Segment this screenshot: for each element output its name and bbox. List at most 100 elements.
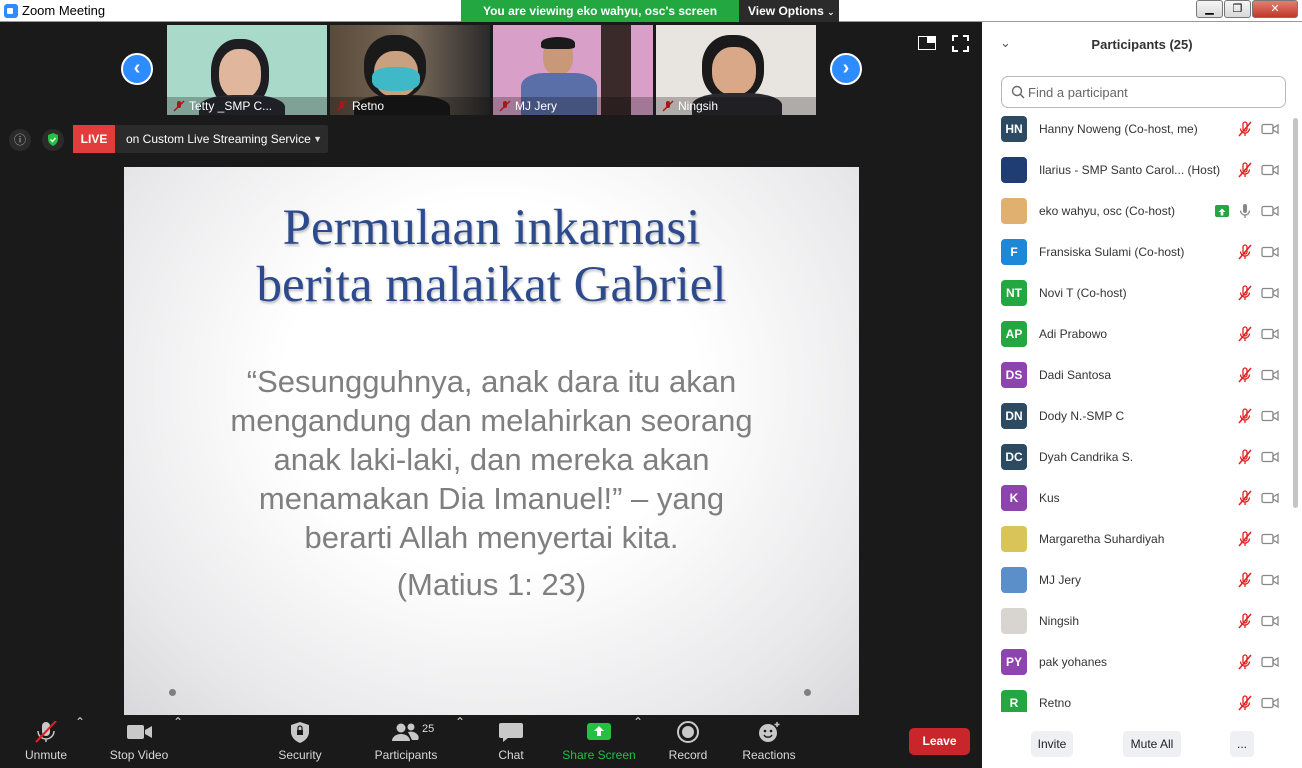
participant-row[interactable]: MJ Jery — [982, 560, 1292, 601]
video-off-icon — [1261, 410, 1279, 422]
video-thumbnail-tetty[interactable]: Tetty _SMP C... — [167, 25, 327, 115]
live-streaming-dropdown[interactable]: LIVE on Custom Live Streaming Service ▼ — [73, 125, 328, 153]
participants-button[interactable]: 25 Participants — [368, 715, 444, 768]
participant-name: Ilarius - SMP Santo Carol... (Host) — [1039, 163, 1221, 177]
muted-mic-icon — [1238, 531, 1252, 547]
invite-button[interactable]: Invite — [1031, 731, 1073, 757]
video-off-icon — [1261, 369, 1279, 381]
muted-mic-icon — [35, 721, 57, 743]
video-off-icon — [1261, 574, 1279, 586]
participant-name: Dyah Candrika S. — [1039, 450, 1134, 464]
slide-quote-line: “Sesungguhnya, anak dara itu akan — [246, 364, 737, 399]
participant-name: Novi T (Co-host) — [1039, 286, 1127, 300]
participant-row[interactable]: HN Hanny Noweng (Co-host, me) — [982, 109, 1292, 150]
participants-options-caret[interactable]: ⌃ — [455, 715, 465, 768]
audio-options-caret[interactable]: ⌃ — [75, 715, 85, 768]
minimize-button[interactable]: ▁ — [1196, 0, 1223, 18]
video-off-icon — [1261, 451, 1279, 463]
view-options-label: View Options — [748, 4, 824, 18]
video-thumbnail-ningsih[interactable]: Ningsih — [656, 25, 816, 115]
gallery-view-icon[interactable] — [918, 36, 936, 50]
smiley-icon — [759, 722, 780, 742]
record-button[interactable]: Record — [665, 715, 711, 768]
slide-title-line: berita malaikat Gabriel — [256, 257, 727, 313]
unmute-button[interactable]: Unmute — [15, 715, 77, 768]
window-title: Zoom Meeting — [22, 3, 106, 18]
participants-scrollbar[interactable] — [1293, 118, 1298, 508]
search-input[interactable] — [1028, 83, 1278, 101]
live-streaming-label: on Custom Live Streaming Service — [126, 132, 311, 146]
participant-row[interactable]: PY pak yohanes — [982, 642, 1292, 683]
chat-bubble-icon — [499, 723, 523, 742]
video-options-caret[interactable]: ⌃ — [173, 715, 183, 768]
video-thumbnail-mj-jery[interactable]: MJ Jery — [493, 25, 653, 115]
participant-name: Hanny Noweng (Co-host, me) — [1039, 122, 1198, 136]
stop-video-button[interactable]: Stop Video — [106, 715, 172, 768]
window-controls: ▁ ❐ ✕ — [1195, 0, 1298, 18]
more-options-button[interactable]: ... — [1230, 731, 1254, 757]
participant-row[interactable]: NT Novi T (Co-host) — [982, 273, 1292, 314]
video-off-icon — [1261, 287, 1279, 299]
chevron-down-icon: ⌄ — [827, 7, 835, 17]
share-screen-button[interactable]: Share Screen — [562, 715, 636, 768]
video-off-icon — [1261, 328, 1279, 340]
share-options-caret[interactable]: ⌃ — [633, 715, 643, 768]
mic-icon — [1239, 204, 1251, 218]
participant-name: Dody N.-SMP C — [1039, 409, 1125, 423]
participant-row[interactable]: R Retno — [982, 683, 1292, 712]
muted-mic-icon — [1238, 654, 1252, 670]
participant-row[interactable]: F Fransiska Sulami (Co-host) — [982, 232, 1292, 273]
participant-row[interactable]: DS Dadi Santosa — [982, 355, 1292, 396]
avatar — [1001, 198, 1027, 224]
next-page-button[interactable]: › — [830, 53, 862, 85]
avatar: DC — [1001, 444, 1027, 470]
view-options-button[interactable]: View Options ⌄ — [739, 0, 839, 22]
security-button[interactable]: Security — [270, 715, 330, 768]
participant-row[interactable]: Margaretha Suhardiyah — [982, 519, 1292, 560]
participant-row[interactable]: eko wahyu, osc (Co-host) — [982, 191, 1292, 232]
encryption-button[interactable] — [42, 129, 64, 151]
avatar: AP — [1001, 321, 1027, 347]
close-button[interactable]: ✕ — [1252, 0, 1298, 18]
thumbnail-name: Retno — [330, 97, 490, 115]
participant-row[interactable]: DN Dody N.-SMP C — [982, 396, 1292, 437]
video-off-icon — [1261, 697, 1279, 709]
slide-reference: (Matius 1: 23) — [396, 567, 587, 602]
thumbnail-name: Ningsih — [656, 97, 816, 115]
leave-button[interactable]: Leave — [909, 728, 970, 755]
participant-row[interactable]: Ningsih — [982, 601, 1292, 642]
share-screen-label: Share Screen — [562, 748, 636, 762]
thumbnail-name: Tetty _SMP C... — [167, 97, 327, 115]
video-off-icon — [1261, 205, 1279, 217]
previous-page-button[interactable]: ‹ — [121, 53, 153, 85]
mute-all-button[interactable]: Mute All — [1123, 731, 1181, 757]
avatar: DN — [1001, 403, 1027, 429]
chat-button[interactable]: Chat — [490, 715, 532, 768]
slide-quote-line: anak laki-laki, dan mereka akan — [273, 442, 710, 477]
participant-row[interactable]: Ilarius - SMP Santo Carol... (Host) — [982, 150, 1292, 191]
participant-row[interactable]: AP Adi Prabowo — [982, 314, 1292, 355]
chevron-left-icon: ‹ — [133, 57, 141, 79]
participant-name: Fransiska Sulami (Co-host) — [1039, 245, 1185, 259]
maximize-button[interactable]: ❐ — [1224, 0, 1251, 18]
slide-quote-line: mengandung dan melahirkan seorang — [230, 403, 753, 438]
participant-search[interactable] — [1001, 76, 1286, 108]
fullscreen-icon[interactable] — [952, 35, 969, 52]
video-thumbnail-retno[interactable]: Retno — [330, 25, 490, 115]
participant-name: Retno — [1039, 696, 1072, 710]
slide-title-line: Permulaan inkarnasi — [282, 200, 701, 256]
meeting-info-button[interactable]: ⓘ — [9, 129, 31, 151]
avatar: K — [1001, 485, 1027, 511]
participant-row[interactable]: DC Dyah Candrika S. — [982, 437, 1292, 478]
muted-mic-icon — [1238, 121, 1252, 137]
participant-name: MJ Jery — [1039, 573, 1081, 587]
avatar: DS — [1001, 362, 1027, 388]
participant-name: Dadi Santosa — [1039, 368, 1112, 382]
chevron-right-icon: › — [842, 57, 850, 79]
participant-row[interactable]: K Kus — [982, 478, 1292, 519]
panel-footer: Invite Mute All ... — [982, 725, 1302, 768]
slide-dot — [169, 689, 176, 696]
slide-quote-line: berarti Allah menyertai kita. — [304, 520, 679, 555]
reactions-button[interactable]: Reactions — [738, 715, 800, 768]
avatar — [1001, 526, 1027, 552]
